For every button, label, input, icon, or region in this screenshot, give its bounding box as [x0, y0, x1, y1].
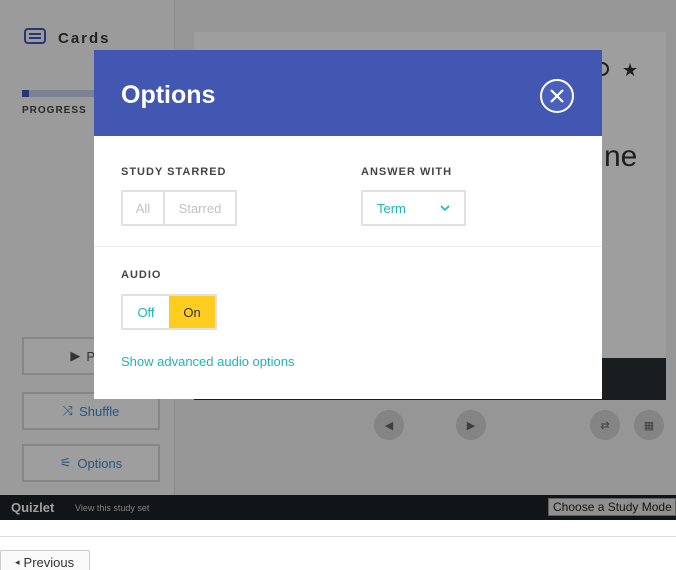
modal-header: Options: [94, 50, 602, 136]
audio-label: AUDIO: [121, 269, 162, 281]
page: Cards PROGRESS ▶ Play ⤨ Shuffle ⚟ Option…: [0, 0, 676, 570]
previous-button[interactable]: ◂ Previous: [0, 550, 90, 570]
chevron-down-icon: [440, 204, 450, 211]
answer-with-select[interactable]: Term: [361, 190, 466, 226]
modal-title: Options: [121, 81, 216, 109]
study-starred-option[interactable]: Starred: [165, 192, 235, 224]
options-modal: Options STUDY STARRED All Starred ANSWER…: [94, 50, 602, 399]
close-button[interactable]: [540, 79, 574, 113]
close-icon: [550, 89, 564, 103]
section-divider: [94, 246, 602, 247]
study-all-option[interactable]: All: [123, 192, 165, 224]
study-starred-label: STUDY STARRED: [121, 166, 227, 178]
audio-toggle: Off On: [121, 294, 217, 330]
audio-off-option[interactable]: Off: [123, 296, 169, 328]
study-starred-toggle: All Starred: [121, 190, 237, 226]
answer-with-value: Term: [377, 200, 406, 216]
page-nav-bar: [0, 536, 676, 570]
advanced-audio-link[interactable]: Show advanced audio options: [121, 354, 294, 369]
answer-with-label: ANSWER WITH: [361, 166, 453, 178]
flashcards-app: Cards PROGRESS ▶ Play ⤨ Shuffle ⚟ Option…: [0, 0, 676, 520]
previous-label: Previous: [23, 554, 75, 570]
chevron-left-icon: ◂: [15, 556, 20, 567]
audio-on-option[interactable]: On: [169, 296, 215, 328]
